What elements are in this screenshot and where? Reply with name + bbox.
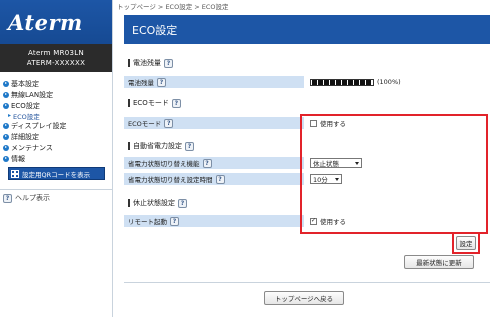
model-info: Aterm MR03LN ATERM-XXXXXX [0, 44, 112, 72]
sidebar-item-information[interactable]: 情報 [0, 153, 112, 164]
breadcrumb: トップページ > ECO設定 > ECO設定 [117, 3, 229, 11]
help-icon[interactable]: ? [164, 118, 174, 128]
sidebar-item-display-settings[interactable]: ディスプレイ設定 [0, 120, 112, 131]
section-heading: 休止状態設定 [133, 199, 175, 207]
section-eco-mode: ECOモード ? [124, 96, 490, 110]
logo-area: Aterm [0, 0, 112, 44]
refresh-status-button[interactable]: 最新状態に更新 [404, 255, 474, 269]
help-link[interactable]: ? ヘルプ表示 [0, 190, 112, 206]
help-icon: ? [3, 193, 12, 203]
model-name: Aterm MR03LN [27, 49, 85, 57]
show-qr-code-button[interactable]: 設定用QRコードを表示 [8, 167, 105, 180]
sidebar-item-wireless-lan[interactable]: 無線LAN設定 [0, 89, 112, 100]
section-marker [128, 99, 130, 107]
section-heading: 自動省電力設定 [133, 142, 182, 150]
section-heading: ECOモード [133, 99, 169, 107]
arrow-bullet-icon [3, 102, 9, 109]
sidebar-item-maintenance[interactable]: メンテナンス [0, 142, 112, 153]
remote-wake-label-text: リモート起動 [128, 218, 167, 226]
battery-percent: (100%) [377, 78, 401, 86]
sidebar-subitem-eco-settings[interactable]: ▸ ECO設定 [0, 111, 112, 121]
sidebar-item-label: ECO設定 [11, 101, 40, 110]
sidebar-item-label: 無線LAN設定 [11, 90, 54, 99]
power-switch-label-text: 省電力状態切り替え機能 [128, 160, 200, 168]
help-icon[interactable]: ? [202, 158, 212, 168]
battery-segment [330, 79, 335, 85]
battery-segment [360, 79, 365, 85]
eco-mode-label-text: ECOモード [128, 120, 162, 128]
battery-segment [312, 79, 317, 85]
help-icon[interactable]: ? [215, 174, 225, 184]
battery-segment [366, 79, 371, 85]
sidebar-item-advanced-settings[interactable]: 詳細設定 [0, 131, 112, 142]
help-icon[interactable]: ? [157, 77, 166, 87]
help-icon[interactable]: ? [178, 198, 187, 208]
battery-label-text: 電池残量 [128, 79, 154, 87]
sidebar-item-eco-settings[interactable]: ECO設定 [0, 100, 112, 111]
sidebar-item-label: 基本設定 [11, 79, 39, 88]
help-icon[interactable]: ? [170, 216, 179, 226]
arrow-bullet-icon [3, 133, 9, 140]
highlight-frame-settings [300, 114, 488, 234]
battery-segment [354, 79, 359, 85]
sidebar-subitem-label: ECO設定 [13, 112, 40, 121]
qr-button-label: 設定用QRコードを表示 [22, 170, 91, 179]
section-battery: 電池残量 ? [124, 56, 490, 70]
power-time-label-text: 省電力状態切り替え設定時間 [128, 176, 213, 184]
battery-row: 電池残量 ? (100%) [124, 75, 490, 89]
section-heading: 電池残量 [133, 59, 161, 67]
remote-wake-label: リモート起動 ? [124, 216, 304, 226]
arrow-bullet-icon [3, 91, 9, 98]
sidebar-item-label: 情報 [11, 154, 25, 163]
help-icon[interactable]: ? [164, 58, 173, 68]
help-link-label: ヘルプ表示 [15, 194, 50, 202]
battery-segment [318, 79, 323, 85]
power-switch-label: 省電力状態切り替え機能 ? [124, 158, 304, 168]
highlight-frame-set-button [452, 232, 480, 254]
section-marker [128, 142, 130, 150]
back-to-top-button[interactable]: トップページへ戻る [264, 291, 344, 305]
arrow-bullet-icon [3, 144, 9, 151]
device-id: ATERM-XXXXXX [26, 59, 86, 67]
triangle-right-icon: ▸ [8, 112, 12, 119]
help-icon[interactable]: ? [185, 141, 194, 151]
battery-segment [324, 79, 329, 85]
battery-label: 電池残量 ? [124, 77, 304, 87]
page-title: ECO設定 [132, 23, 178, 37]
battery-value: (100%) [304, 75, 490, 89]
power-time-label: 省電力状態切り替え設定時間 ? [124, 174, 304, 184]
aterm-logo: Aterm [8, 9, 83, 35]
main-content: トップページ > ECO設定 > ECO設定 ECO設定 電池残量 ? 電池残量… [114, 0, 500, 317]
battery-segment [342, 79, 347, 85]
section-marker [128, 59, 130, 67]
sidebar-item-basic-settings[interactable]: 基本設定 [0, 78, 112, 89]
arrow-bullet-icon [3, 122, 9, 129]
qr-code-icon [11, 169, 19, 178]
arrow-bullet-icon [3, 80, 9, 87]
help-icon[interactable]: ? [171, 98, 181, 108]
page-title-bar: ECO設定 [124, 15, 490, 44]
battery-segment [348, 79, 353, 85]
eco-mode-label: ECOモード ? [124, 118, 304, 128]
sidebar-item-label: メンテナンス [11, 143, 53, 152]
battery-level-bar [310, 78, 374, 86]
arrow-bullet-icon [3, 155, 9, 162]
sidebar-nav: 基本設定 無線LAN設定 ECO設定 ▸ ECO設定 ディスプレイ設定 詳細設定… [0, 72, 112, 164]
sidebar-item-label: ディスプレイ設定 [11, 121, 67, 130]
section-marker [128, 199, 130, 207]
sidebar-item-label: 詳細設定 [11, 132, 39, 141]
battery-segment [336, 79, 341, 85]
sidebar: Aterm Aterm MR03LN ATERM-XXXXXX 基本設定 無線L… [0, 0, 113, 317]
footer-divider [124, 282, 490, 283]
